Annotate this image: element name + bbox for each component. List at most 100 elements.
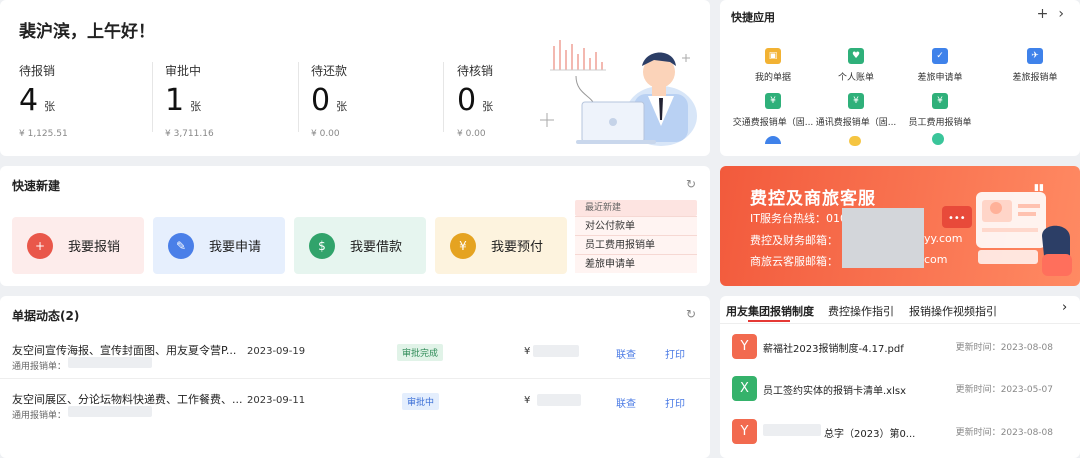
clipboard-icon: ✓ [932, 48, 948, 64]
user-doc-icon: ▣ [765, 48, 781, 64]
money-icon: $ [309, 232, 335, 259]
banner-line: 费控及财务邮箱： [750, 234, 838, 247]
divider [298, 62, 299, 132]
customer-service-illustration: ••• ▮▮ [942, 183, 1072, 276]
excel-file-icon: X [732, 376, 757, 401]
plane-ticket-icon: ✈ [1027, 48, 1043, 64]
wallet-icon: ¥ [450, 232, 476, 259]
create-application-button[interactable]: ✎ 我要申请 [153, 217, 285, 274]
refresh-icon[interactable]: ↻ [686, 307, 696, 321]
table-row[interactable]: 友空间宣传海报、宣传封面图、用友夏令营P... 通用报销单： 2023-09-1… [0, 330, 710, 378]
recent-item[interactable]: 员工费用报销单 [575, 235, 697, 254]
stat-amount: ¥ 0.00 [311, 129, 340, 139]
status-badge: 审批完成 [397, 344, 444, 361]
recent-created-list: 最近新建 对公付款单 员工费用报销单 差旅申请单 [575, 200, 697, 273]
svg-text:▮▮: ▮▮ [1034, 183, 1044, 193]
chevron-right-icon[interactable]: › [1062, 300, 1067, 315]
update-time: 2023-08-08 [1000, 428, 1053, 438]
doc-date: 2023-09-11 [247, 395, 306, 406]
doc-date: 2023-09-19 [247, 346, 306, 357]
ticket-icon: ¥ [765, 93, 781, 109]
stat-label: 审批中 [165, 64, 202, 78]
recent-title: 最近新建 [575, 200, 697, 216]
pdf-file-icon: Y [732, 334, 757, 359]
file-name: 员工签约实体的报销卡清单.xlsx [763, 386, 907, 397]
stat-count: 0 [311, 83, 331, 118]
ticket-icon: ¥ [848, 93, 864, 109]
print-link[interactable]: 打印 [665, 395, 685, 410]
trace-link[interactable]: 联查 [616, 346, 636, 361]
quick-create-card: 快速新建 ↻ + 我要报销 ✎ 我要申请 $ 我要借款 ¥ 我要预付 最近新建 … [0, 166, 710, 286]
app-icon-partial [849, 136, 861, 146]
redacted-block [763, 424, 821, 436]
doc-title: 友空间展区、分论坛物料快递费、工作餐费、... [12, 393, 243, 406]
stat-amount: ¥ 1,125.51 [19, 129, 68, 139]
recent-item[interactable]: 对公付款单 [575, 216, 697, 235]
svg-text:•••: ••• [948, 213, 966, 224]
stat-in-approval[interactable]: 审批中 1张 ¥ 3,711.16 [165, 62, 305, 139]
greeting-title: 裴沪滨，上午好！ [19, 22, 155, 42]
pdf-file-icon: Y [732, 419, 757, 444]
app-my-documents[interactable]: ▣ 我的单据 [729, 48, 817, 83]
recent-item[interactable]: 差旅申请单 [575, 254, 697, 273]
doc-type: 通用报销单： [12, 411, 67, 421]
stat-pending-reimburse[interactable]: 待报销 4张 ¥ 1,125.51 [19, 62, 159, 139]
file-name: 总字（2023）第0... [824, 429, 916, 440]
trace-link[interactable]: 联查 [616, 395, 636, 410]
divider [152, 62, 153, 132]
tab-video-guide[interactable]: 报销操作视频指引 [909, 303, 997, 319]
app-telecom-reimburse[interactable]: ¥ 通讯费报销单（固... [812, 93, 900, 128]
app-employee-expense[interactable]: ¥ 员工费用报销单 [896, 93, 984, 128]
list-item[interactable]: Y 总字（2023）第0... 更新时间：2023-08-08 [720, 413, 1080, 453]
app-transport-reimburse[interactable]: ¥ 交通费报销单（固... [729, 93, 817, 128]
stat-count: 1 [165, 83, 185, 118]
amount-currency: ¥ [524, 346, 531, 357]
refresh-icon[interactable]: ↻ [686, 177, 696, 191]
section-title: 单据动态(2) [12, 309, 80, 323]
print-link[interactable]: 打印 [665, 346, 685, 361]
document-plus-icon: + [27, 232, 53, 259]
banner-line: IT服务台热线：010 [750, 212, 847, 225]
bill-icon: ♥ [848, 48, 864, 64]
app-personal-bill[interactable]: ♥ 个人账单 [812, 48, 900, 83]
chevron-right-icon[interactable]: › [1058, 6, 1064, 22]
office-worker-illustration [540, 40, 697, 146]
divider [443, 62, 444, 132]
carousel-dots[interactable] [883, 279, 922, 286]
tab-operation-guide[interactable]: 费控操作指引 [828, 303, 894, 319]
tab-group-policy[interactable]: 用友集团报销制度 [726, 303, 814, 319]
status-badge: 审批中 [402, 393, 440, 410]
redacted-block [533, 345, 579, 357]
list-item[interactable]: X 员工签约实体的报销卡清单.xlsx 更新时间：2023-05-07 [720, 370, 1080, 410]
stat-label: 待报销 [19, 64, 56, 78]
section-title: 快捷应用 [731, 11, 775, 24]
create-prepay-button[interactable]: ¥ 我要预付 [435, 217, 567, 274]
app-travel-reimburse[interactable]: ✈ 差旅报销单 [991, 48, 1079, 83]
redacted-block [537, 394, 581, 406]
quick-apps-card: 快捷应用 + › ▣ 我的单据 ♥ 个人账单 ✓ 差旅申请单 ✈ 差旅报销单 ¥ … [720, 0, 1080, 156]
document-dynamics-card: 单据动态(2) ↻ 友空间宣传海报、宣传封面图、用友夏令营P... 通用报销单：… [0, 296, 710, 458]
banner-line: 商旅云客服邮箱： [750, 255, 838, 268]
create-reimburse-button[interactable]: + 我要报销 [12, 217, 144, 274]
table-row[interactable]: 友空间展区、分论坛物料快递费、工作餐费、... 通用报销单： 2023-09-1… [0, 379, 710, 427]
create-loan-button[interactable]: $ 我要借款 [294, 217, 426, 274]
list-item[interactable]: Y 薪福社2023报销制度-4.17.pdf 更新时间：2023-08-08 [720, 328, 1080, 368]
doc-type: 通用报销单： [12, 362, 67, 372]
stat-count: 0 [457, 83, 477, 118]
app-icon-partial [765, 136, 781, 144]
amount-currency: ¥ [524, 395, 531, 406]
edit-icon: ✎ [168, 232, 194, 259]
active-tab-indicator [748, 320, 790, 322]
redacted-block [68, 357, 152, 368]
redacted-block [68, 406, 152, 417]
app-travel-application[interactable]: ✓ 差旅申请单 [896, 48, 984, 83]
update-time: 2023-08-08 [1000, 343, 1053, 353]
service-banner[interactable]: 费控及商旅客服 IT服务台热线：010 费控及财务邮箱： 商旅云客服邮箱： yy… [720, 166, 1080, 286]
file-name: 薪福社2023报销制度-4.17.pdf [763, 344, 904, 355]
tabs-divider [720, 323, 1080, 324]
update-time: 2023-05-07 [1000, 385, 1053, 395]
app-icon-partial [932, 133, 944, 145]
stat-pending-repay[interactable]: 待还款 0张 ¥ 0.00 [311, 62, 451, 139]
stat-count: 4 [19, 83, 39, 118]
add-icon[interactable]: + [1037, 6, 1049, 22]
